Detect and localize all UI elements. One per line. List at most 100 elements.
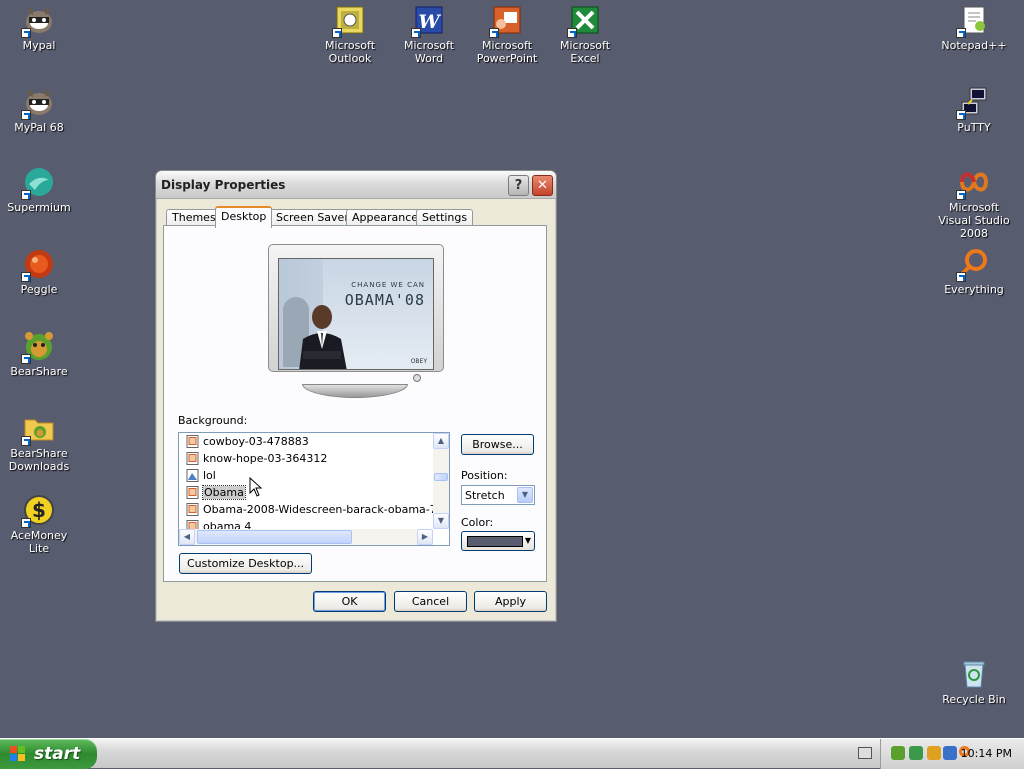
- position-value: Stretch: [465, 489, 505, 502]
- desktop-icon-bearshare[interactable]: BearShare: [0, 330, 79, 378]
- desktop-icon-label: AceMoney Lite: [10, 529, 68, 555]
- position-select[interactable]: Stretch ▼: [461, 485, 535, 505]
- monitor-power-knob: [413, 374, 421, 382]
- everything-icon: [956, 248, 990, 282]
- desktop-icon-peggle[interactable]: Peggle: [0, 248, 79, 296]
- chevron-down-icon: ▼: [524, 536, 531, 545]
- desktop-icon-label: Recycle Bin: [942, 693, 1006, 706]
- desktop-icon-label: Microsoft Outlook: [324, 39, 376, 65]
- desktop-icon-supermium[interactable]: Supermium: [0, 166, 79, 214]
- list-item[interactable]: lol: [179, 467, 433, 484]
- scroll-right-icon[interactable]: ▶: [417, 529, 433, 545]
- desktop-icon-label: Microsoft PowerPoint: [476, 39, 538, 65]
- putty-icon: [956, 86, 990, 120]
- chevron-down-icon[interactable]: ▼: [517, 487, 533, 503]
- outlook-icon: [332, 4, 366, 38]
- wallpaper-preview: CHANGE WE CAN OBAMA'08 OBEY: [278, 258, 434, 370]
- display-properties-window: Display Properties ? ✕ Themes Desktop Sc…: [155, 170, 557, 622]
- desktop-icon-label: BearShare: [10, 365, 68, 378]
- desktop-icon-outlook[interactable]: Microsoft Outlook: [310, 4, 390, 65]
- desktop-icon-mypal-68[interactable]: MyPal 68: [0, 86, 79, 134]
- desktop-icon-label: Notepad++: [941, 39, 1007, 52]
- list-item[interactable]: cowboy-03-478883: [179, 433, 433, 450]
- visual-studio-icon: [956, 166, 990, 200]
- desktop-icon-mypal[interactable]: Mypal: [0, 4, 79, 52]
- background-label: Background:: [178, 414, 248, 427]
- taskbar: start 10:14 PM: [0, 738, 1024, 769]
- peggle-icon: [21, 248, 55, 282]
- desktop-icon-label: Supermium: [7, 201, 71, 214]
- desktop-icon-visual-studio-2008[interactable]: Microsoft Visual Studio 2008: [934, 166, 1014, 240]
- apply-button[interactable]: Apply: [474, 591, 547, 612]
- mypal-68-icon: [21, 86, 55, 120]
- monitor-frame: CHANGE WE CAN OBAMA'08 OBEY: [268, 244, 444, 372]
- desktop-icon-notepad-plus-plus[interactable]: Notepad++: [934, 4, 1014, 52]
- tab-desktop[interactable]: Desktop: [215, 206, 273, 228]
- desktop-icon-label: Microsoft Excel: [559, 39, 611, 65]
- desktop-icon-label: BearShare Downloads: [8, 447, 70, 473]
- image-file-icon: [186, 435, 199, 448]
- desktop-tab-panel: CHANGE WE CAN OBAMA'08 OBEY Background: …: [163, 225, 547, 582]
- mouse-cursor-icon: [249, 477, 263, 497]
- scroll-up-icon[interactable]: ▲: [433, 433, 449, 449]
- desktop-icon-label: Microsoft Visual Studio 2008: [938, 201, 1010, 240]
- windows-flag-icon: [10, 746, 25, 761]
- help-button[interactable]: ?: [508, 175, 529, 196]
- start-label: start: [34, 744, 81, 764]
- excel-icon: [567, 4, 601, 38]
- desktop-icon-putty[interactable]: PuTTY: [934, 86, 1014, 134]
- image-file-icon: [186, 520, 199, 529]
- desktop-icon-label: Microsoft Word: [403, 39, 455, 65]
- scroll-down-icon[interactable]: ▼: [433, 513, 449, 529]
- color-picker-button[interactable]: ▼: [461, 531, 535, 551]
- background-listbox[interactable]: cowboy-03-478883 know-hope-03-364312 lol…: [178, 432, 450, 546]
- list-item[interactable]: obama 4: [179, 518, 433, 529]
- scroll-left-icon[interactable]: ◀: [179, 529, 195, 545]
- desktop-icon-acemoney-lite[interactable]: $ AceMoney Lite: [0, 494, 79, 555]
- close-button[interactable]: ✕: [532, 175, 553, 196]
- start-button[interactable]: start: [0, 739, 97, 769]
- wallpaper-credit: OBEY: [410, 358, 427, 365]
- folder-icon: [21, 412, 55, 446]
- recycle-bin-icon: [958, 658, 990, 690]
- desktop-icon-label: Mypal: [22, 39, 56, 52]
- users-tray-icon[interactable]: [943, 746, 957, 760]
- wallpaper-text-line2: OBAMA'08: [344, 291, 425, 309]
- customize-desktop-button[interactable]: Customize Desktop...: [179, 553, 312, 574]
- mypal-icon: [21, 4, 55, 38]
- color-swatch: [467, 536, 523, 547]
- desktop-icon-word[interactable]: W Microsoft Word: [389, 4, 469, 65]
- image-file-icon: [186, 452, 199, 465]
- svg-text:W: W: [418, 11, 441, 33]
- network-tray-icon[interactable]: [909, 746, 923, 760]
- cancel-button[interactable]: Cancel: [394, 591, 467, 612]
- scroll-thumb[interactable]: [197, 530, 352, 544]
- keyboard-icon[interactable]: [858, 747, 872, 759]
- desktop-icon-everything[interactable]: Everything: [934, 248, 1014, 296]
- desktop-icon-powerpoint[interactable]: Microsoft PowerPoint: [467, 4, 547, 65]
- desktop-icon-recycle-bin[interactable]: Recycle Bin: [934, 658, 1014, 706]
- title-bar[interactable]: Display Properties ? ✕: [156, 171, 556, 199]
- image-file-icon: [186, 503, 199, 516]
- dollar-icon: $: [21, 494, 55, 528]
- list-item[interactable]: Obama-2008-Widescreen-barack-obama-73882…: [179, 501, 433, 518]
- tools-tray-icon[interactable]: [927, 746, 941, 760]
- desktop-icon-label: PuTTY: [957, 121, 991, 134]
- list-item[interactable]: know-hope-03-364312: [179, 450, 433, 467]
- desktop-icon-bearshare-downloads[interactable]: BearShare Downloads: [0, 412, 79, 473]
- desktop-icon-excel[interactable]: Microsoft Excel: [545, 4, 625, 65]
- horizontal-scrollbar[interactable]: ◀ ▶: [179, 529, 433, 545]
- window-title: Display Properties: [161, 178, 286, 192]
- clock[interactable]: 10:14 PM: [961, 747, 1012, 760]
- browse-button[interactable]: Browse...: [461, 434, 534, 455]
- scroll-thumb[interactable]: [434, 473, 448, 481]
- bitmap-file-icon: [186, 469, 199, 482]
- monitor-stand: [302, 384, 408, 398]
- desktop-icon-label: Everything: [944, 283, 1004, 296]
- list-item-selected[interactable]: Obama: [179, 484, 433, 501]
- word-icon: W: [411, 4, 445, 38]
- vertical-scrollbar[interactable]: ▲ ▼: [433, 433, 449, 529]
- ok-button[interactable]: OK: [313, 591, 386, 612]
- image-file-icon: [186, 486, 199, 499]
- bearshare-tray-icon[interactable]: [891, 746, 905, 760]
